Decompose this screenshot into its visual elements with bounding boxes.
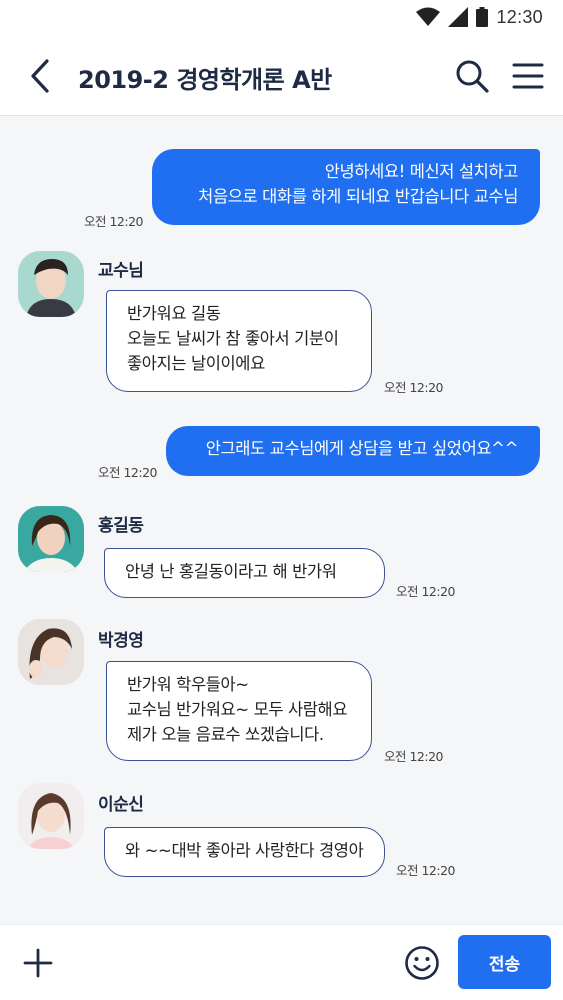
avatar[interactable] [18,251,84,317]
avatar-photo-hong [18,506,84,572]
message-line: 오늘도 날씨가 참 좋아서 기분이 [127,329,339,348]
wifi-icon [416,7,441,26]
status-icons: 12:30 [416,6,543,28]
message-time: 오전 12:20 [84,214,144,229]
sender-name: 홍길동 [98,516,144,536]
smiley-icon [405,946,439,980]
avatar-photo-professor [18,251,84,317]
emoji-button[interactable] [402,943,442,983]
avatar[interactable] [18,506,84,572]
sender-name: 이순신 [98,795,144,815]
signal-icon [448,7,469,27]
message-time: 오전 12:20 [396,584,456,599]
message-line: 와 ~~대박 좋아라 사랑한다 경영아 [125,841,364,860]
their-message-bubble: 와 ~~대박 좋아라 사랑한다 경영아 [104,827,385,877]
status-bar: 12:30 [0,0,563,34]
chat-area[interactable]: 안녕하세요! 메신저 설치하고 처음으로 대화를 하게 되네요 반갑습니다 교수… [0,116,563,924]
menu-button[interactable] [508,56,548,96]
back-arrow-icon [31,59,49,93]
their-message-bubble: 반가워 학우들아~ 교수님 반가워요~ 모두 사람해요 제가 오늘 음료수 쏘겠… [106,661,372,761]
message-time: 오전 12:20 [384,749,444,764]
battery-icon [476,7,489,27]
message-line: 제가 오늘 음료수 쏘겠습니다. [127,725,324,744]
their-message-bubble: 안녕 난 홍길동이라고 해 반가워 [104,548,385,598]
send-button[interactable]: 전송 [458,935,551,989]
avatar-photo-lee [18,783,84,849]
message-time: 오전 12:20 [396,863,456,878]
message-time: 오전 12:20 [384,380,444,395]
input-bar: 전송 [0,924,563,1000]
attach-button[interactable] [20,943,56,983]
message-line: 교수님 반가워요~ 모두 사람해요 [127,700,348,719]
sender-name: 박경영 [98,631,144,651]
hamburger-menu-icon [512,63,544,89]
status-time: 12:30 [496,6,543,27]
search-icon [456,60,489,93]
avatar-photo-park [18,619,84,685]
message-line: 안녕 난 홍길동이라고 해 반가워 [125,562,337,581]
message-line: 처음으로 대화를 하게 되네요 반갑습니다 교수님 [198,187,518,206]
message-line: 안그래도 교수님에게 상담을 받고 싶었어요^^ [205,439,519,458]
my-message-bubble: 안그래도 교수님에게 상담을 받고 싶었어요^^ [166,426,540,476]
message-line: 반가워요 길동 [127,304,221,323]
message-time: 오전 12:20 [98,465,158,480]
avatar[interactable] [18,619,84,685]
avatar[interactable] [18,783,84,849]
message-line: 반가워 학우들아~ [127,675,249,694]
plus-icon [23,948,53,978]
page-title: 2019-2 경영학개론 A반 [78,66,332,94]
message-line: 안녕하세요! 메신저 설치하고 [324,162,519,181]
search-button[interactable] [452,56,492,96]
their-message-bubble: 반가워요 길동 오늘도 날씨가 참 좋아서 기분이 좋아지는 날이이에요 [106,290,372,392]
back-button[interactable] [22,56,58,96]
my-message-bubble: 안녕하세요! 메신저 설치하고 처음으로 대화를 하게 되네요 반갑습니다 교수… [152,149,540,225]
sender-name: 교수님 [98,261,144,281]
chat-header: 2019-2 경영학개론 A반 [0,34,563,116]
message-line: 좋아지는 날이이에요 [127,354,265,373]
